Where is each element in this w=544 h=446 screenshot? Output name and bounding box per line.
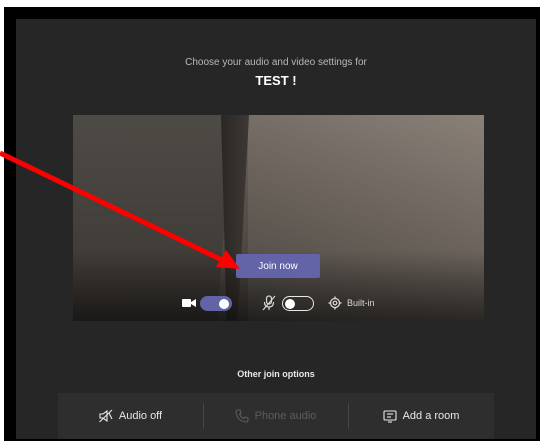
add-a-room-option[interactable]: Add a room	[348, 393, 494, 439]
device-settings-label[interactable]: Built-in	[347, 298, 375, 308]
speaker-off-icon	[98, 409, 113, 423]
video-camera-icon	[182, 299, 196, 307]
join-now-button[interactable]: Join now	[236, 254, 320, 278]
other-join-options-label: Other join options	[237, 369, 315, 379]
audio-off-label: Audio off	[118, 410, 163, 422]
add-a-room-label: Add a room	[402, 410, 460, 422]
cast-icon	[383, 410, 397, 423]
phone-icon	[235, 409, 249, 423]
phone-audio-label: Phone audio	[254, 410, 317, 422]
audio-off-option[interactable]: Audio off	[58, 393, 203, 439]
av-controls: Built-in	[73, 289, 484, 317]
window-frame: Choose your audio and video settings for…	[4, 7, 540, 441]
microphone-toggle[interactable]	[282, 296, 314, 311]
other-join-options-bar: Audio off Phone audio Add a room	[58, 393, 494, 439]
microphone-toggle-knob	[285, 298, 295, 309]
pre-join-panel: Choose your audio and video settings for…	[16, 19, 536, 439]
gear-icon[interactable]	[328, 296, 342, 310]
settings-subtitle: Choose your audio and video settings for	[185, 57, 367, 68]
camera-toggle[interactable]	[200, 296, 232, 311]
meeting-title: TEST !	[255, 73, 297, 88]
phone-audio-option[interactable]: Phone audio	[203, 393, 348, 439]
camera-toggle-knob	[219, 298, 229, 309]
microphone-muted-icon	[262, 295, 276, 311]
